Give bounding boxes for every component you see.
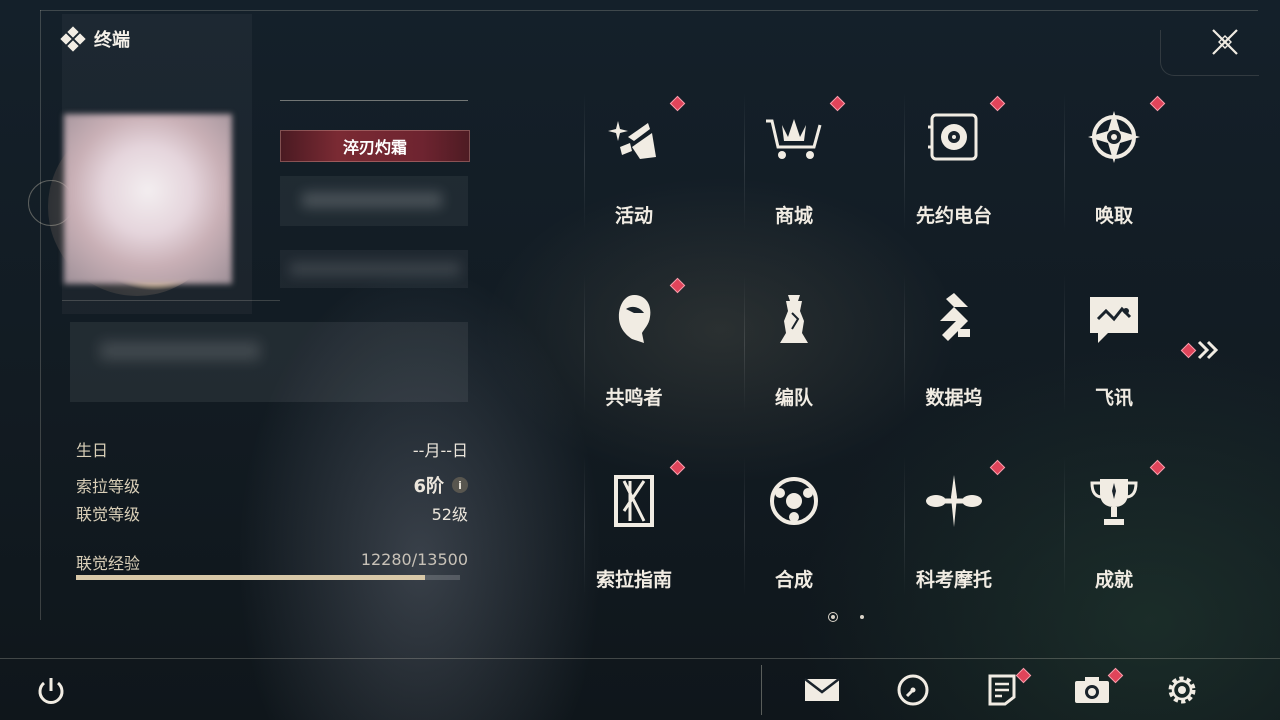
shop-cart-icon <box>754 102 834 172</box>
menu-item-resonators[interactable]: 共鸣者 <box>554 264 714 426</box>
mail-icon <box>804 678 840 701</box>
bottom-bar-line <box>0 658 1280 659</box>
sola-level-row: 索拉等级 6阶 i <box>76 472 468 498</box>
avatar[interactable] <box>64 114 232 284</box>
message-icon <box>1074 284 1154 354</box>
menu-label: 数据坞 <box>925 387 983 409</box>
close-icon <box>1212 29 1238 55</box>
settings-icon <box>1168 676 1196 704</box>
camera-button[interactable] <box>1072 667 1124 710</box>
team-chess-icon <box>754 284 834 354</box>
exp-value: 12280/13500 <box>360 550 468 569</box>
event-sparkle-icon <box>594 102 674 172</box>
menu-label: 成就 <box>1094 569 1133 591</box>
mail-button[interactable] <box>802 670 842 710</box>
resonator-icon <box>594 284 674 354</box>
synthesis-icon <box>754 466 834 536</box>
sola-level-label: 索拉等级 <box>76 477 141 496</box>
frame-top-line <box>40 10 1258 11</box>
menu-label: 科考摩托 <box>915 569 992 591</box>
guidebook-icon <box>594 466 674 536</box>
radio-icon <box>914 102 994 172</box>
menu-item-guidebook[interactable]: 索拉指南 <box>554 446 714 608</box>
exp-label: 联觉经验 <box>76 554 141 573</box>
menu-grid: 活动 商城 先约电台 唤取 共鸣者 编队 数据坞 飞讯 索拉指南 合成 科考摩托… <box>554 82 1194 630</box>
name-underline <box>280 100 468 101</box>
next-page-button[interactable] <box>1180 338 1224 362</box>
notes-icon <box>988 674 1016 706</box>
menu-item-achievements[interactable]: 成就 <box>1034 446 1194 608</box>
page-dot[interactable] <box>860 615 864 619</box>
menu-label: 先约电台 <box>915 205 992 227</box>
menu-item-team[interactable]: 编队 <box>714 264 874 426</box>
title-badge[interactable]: 淬刃灼霜 <box>280 130 470 162</box>
menu-label: 编队 <box>774 387 813 409</box>
convene-compass-icon <box>1074 102 1154 172</box>
notification-badge <box>1015 667 1032 684</box>
trophy-icon <box>1074 466 1154 536</box>
menu-label: 共鸣者 <box>605 387 663 409</box>
settings-button[interactable] <box>1162 670 1202 710</box>
menu-label: 商城 <box>774 205 813 227</box>
birthday-row: 生日 --月--日 <box>76 436 468 462</box>
data-bank-icon <box>914 284 994 354</box>
page-indicator <box>828 612 864 622</box>
notification-badge <box>1180 342 1197 358</box>
menu-label: 唤取 <box>1094 205 1133 227</box>
info-icon[interactable]: i <box>452 477 468 493</box>
signature-box[interactable] <box>70 322 468 402</box>
menu-item-synthesis[interactable]: 合成 <box>714 446 874 608</box>
birthday-value: --月--日 <box>412 441 468 460</box>
close-button[interactable] <box>1207 24 1243 60</box>
menu-label: 活动 <box>614 205 653 227</box>
birthday-label: 生日 <box>76 441 109 460</box>
clock-icon <box>897 674 929 706</box>
page-dot-active[interactable] <box>828 612 838 622</box>
title-badge-label: 淬刃灼霜 <box>342 138 407 157</box>
menu-item-convene[interactable]: 唤取 <box>1034 82 1194 244</box>
exp-row: 联觉经验 12280/13500 <box>76 550 468 574</box>
exp-progress-fill <box>76 575 426 580</box>
menu-item-radio[interactable]: 先约电台 <box>874 82 1034 244</box>
menu-label: 索拉指南 <box>595 569 672 591</box>
motorbike-icon <box>914 466 994 536</box>
menu-item-motorbike[interactable]: 科考摩托 <box>874 446 1034 608</box>
bottom-separator <box>761 665 762 715</box>
clock-button[interactable] <box>893 670 933 710</box>
menu-item-shop[interactable]: 商城 <box>714 82 874 244</box>
menu-item-activity[interactable]: 活动 <box>554 82 714 244</box>
menu-label: 合成 <box>774 569 813 591</box>
camera-icon <box>1075 677 1109 703</box>
frame-left-line <box>40 10 41 620</box>
profile-divider <box>62 300 280 301</box>
menu-item-databank[interactable]: 数据坞 <box>874 264 1034 426</box>
power-icon <box>38 678 64 704</box>
union-level-value: 52级 <box>431 505 468 524</box>
player-id-blurred <box>280 250 468 288</box>
stats-panel: 生日 --月--日 索拉等级 6阶 i 联觉等级 52级 <box>76 436 468 528</box>
menu-label: 飞讯 <box>1094 387 1133 409</box>
notes-button[interactable] <box>982 667 1032 710</box>
power-button[interactable] <box>34 674 68 708</box>
menu-item-messages[interactable]: 飞讯 <box>1034 264 1194 426</box>
sola-level-value: 6阶 <box>413 476 444 497</box>
sola-level-value-wrap: 6阶 i <box>413 472 468 498</box>
union-level-row: 联觉等级 52级 <box>76 500 468 526</box>
exp-progress-bar <box>76 575 460 580</box>
chevron-double-right-icon <box>1197 340 1219 360</box>
player-name-blurred <box>280 176 468 226</box>
union-level-label: 联觉等级 <box>76 505 141 524</box>
